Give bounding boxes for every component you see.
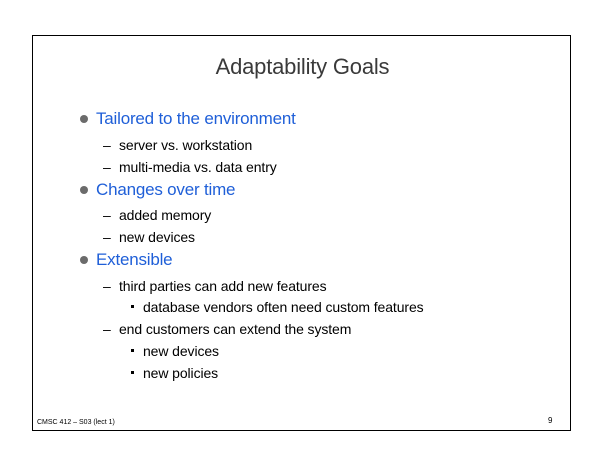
bullet-tailored: Tailored to the environment (96, 109, 296, 128)
dash-marker: – (103, 159, 111, 175)
dash-marker: – (103, 278, 111, 294)
dash-marker: – (103, 207, 111, 223)
subitem-server: server vs. workstation (119, 137, 253, 153)
slide-footer: CMSC 412 – S03 (lect 1) (37, 419, 115, 426)
dash-marker: – (103, 321, 111, 337)
subitem-multimedia: multi-media vs. data entry (119, 159, 277, 175)
square-bullet (131, 305, 134, 308)
slide-frame (32, 35, 571, 431)
subitem-devices: new devices (119, 229, 195, 245)
subitem-third-parties: third parties can add new features (119, 278, 327, 294)
bullet-dot (80, 186, 88, 194)
square-bullet (131, 371, 134, 374)
subsubitem-database-vendors: database vendors often need custom featu… (143, 299, 424, 315)
dash-marker: – (103, 137, 111, 153)
subsubitem-new-devices: new devices (143, 343, 219, 359)
bullet-extensible: Extensible (96, 250, 173, 269)
bullet-dot (80, 115, 88, 123)
dash-marker: – (103, 229, 111, 245)
bullet-dot (80, 256, 88, 264)
square-bullet (131, 349, 134, 352)
bullet-changes: Changes over time (96, 180, 236, 199)
subitem-end-customers: end customers can extend the system (119, 321, 352, 337)
subitem-memory: added memory (119, 207, 212, 223)
subsubitem-new-policies: new policies (143, 365, 219, 381)
page-number: 9 (548, 416, 553, 425)
slide-title: Adaptability Goals (215, 54, 390, 79)
